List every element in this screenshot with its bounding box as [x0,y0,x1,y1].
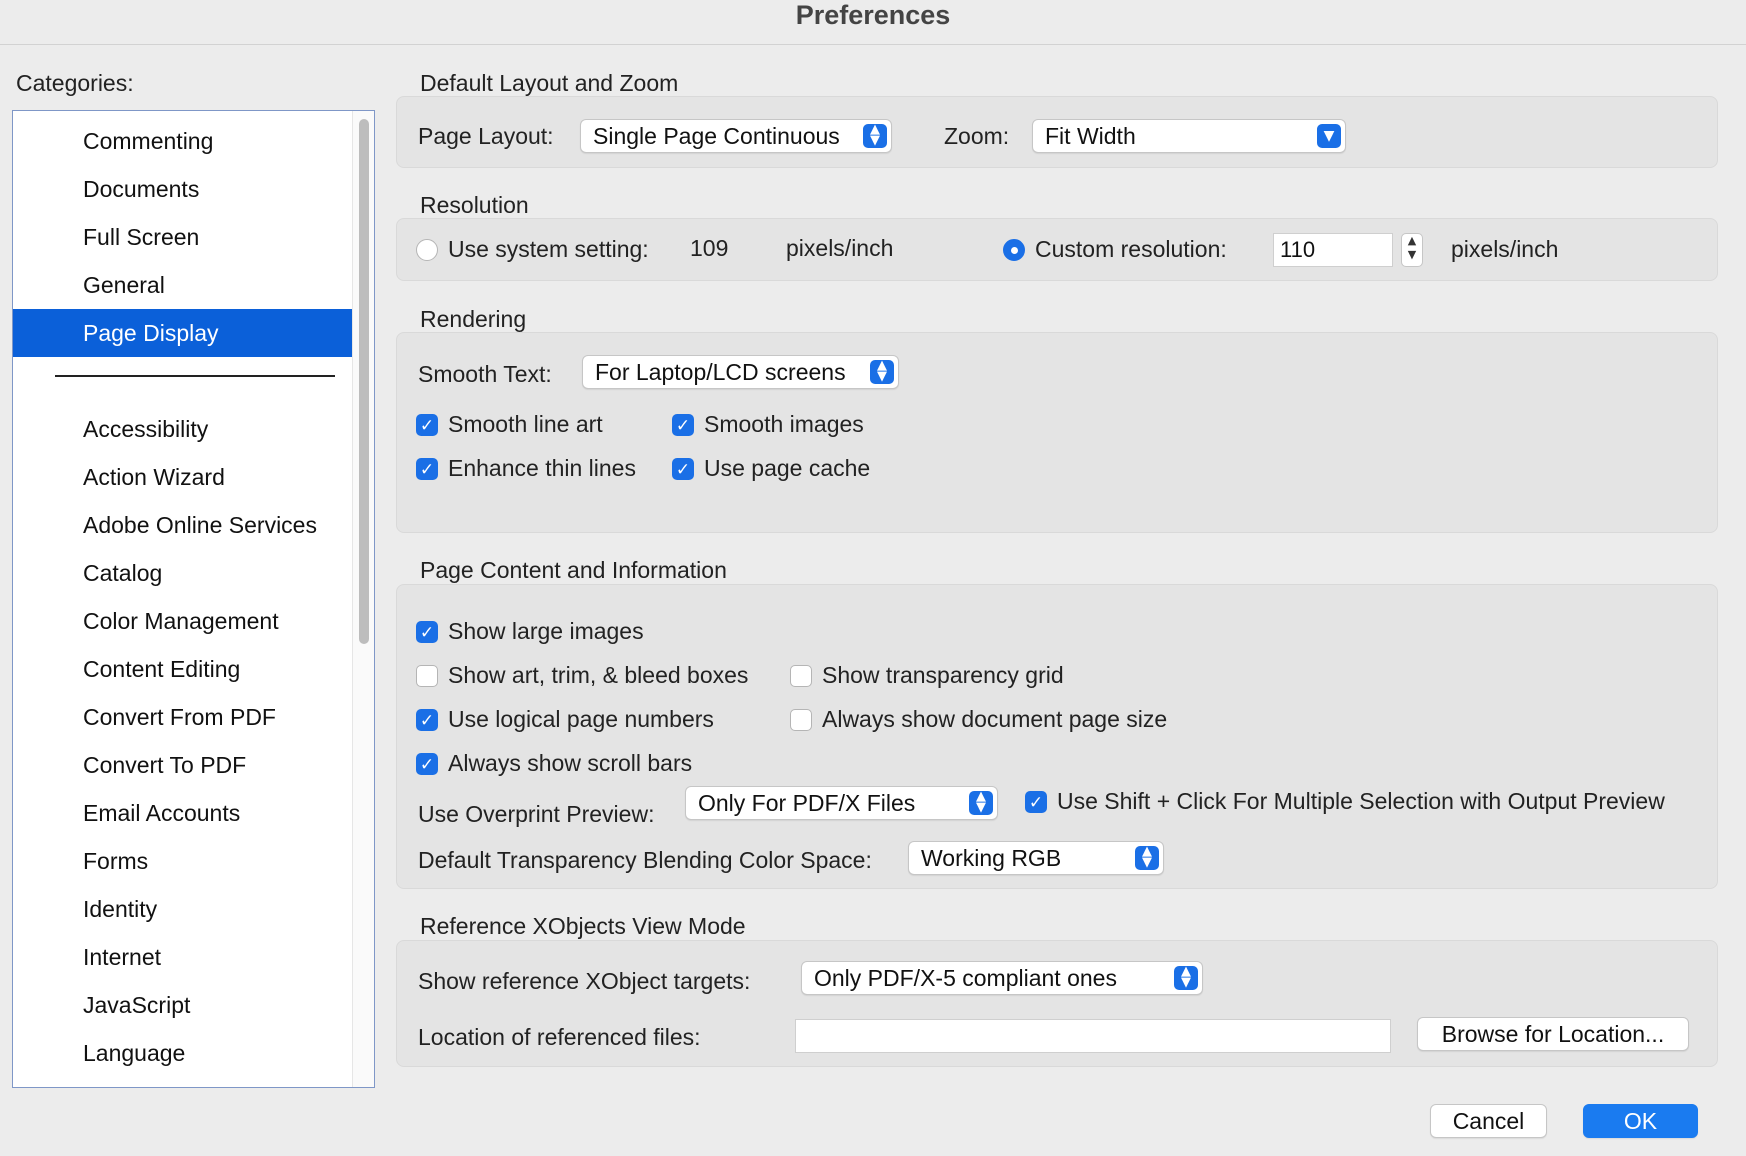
shift-click-selection-checkbox[interactable]: ✓ [1025,791,1047,813]
category-item[interactable]: Adobe Online Services [13,501,353,549]
category-item[interactable]: General [13,261,353,309]
custom-resolution-label: Custom resolution: [1035,236,1227,262]
blending-color-space-label: Default Transparency Blending Color Spac… [418,847,872,873]
use-system-setting-label: Use system setting: [448,236,649,262]
section-title-rendering: Rendering [420,306,527,332]
page-layout-value: Single Page Continuous [593,123,840,149]
updown-chevron-icon: ▲ ▼ [1174,965,1198,990]
categories-heading: Categories: [16,70,134,96]
section-title-xobjects: Reference XObjects View Mode [420,913,746,939]
overprint-preview-value: Only For PDF/X Files [698,790,916,816]
show-transparency-grid-checkbox[interactable] [790,665,812,687]
category-item[interactable]: Language [13,1029,353,1077]
category-item[interactable]: Action Wizard [13,453,353,501]
use-logical-page-numbers-label: Use logical page numbers [448,706,714,732]
always-show-scroll-bars-checkbox[interactable]: ✓ [416,753,438,775]
page-layout-select[interactable]: Single Page Continuous ▲ ▼ [580,119,892,153]
blending-color-space-value: Working RGB [921,845,1062,871]
category-item[interactable]: Content Editing [13,645,353,693]
updown-chevron-icon: ▲ ▼ [1135,845,1159,870]
use-page-cache-label: Use page cache [704,455,871,481]
category-item[interactable]: Accessibility [13,405,353,453]
overprint-preview-select[interactable]: Only For PDF/X Files ▲ ▼ [685,786,998,820]
smooth-images-checkbox[interactable]: ✓ [672,414,694,436]
chevron-down-icon: ▼ [1317,124,1341,148]
updown-chevron-icon: ▲ ▼ [863,123,887,148]
smooth-text-label: Smooth Text: [418,361,552,387]
zoom-label: Zoom: [944,123,1010,149]
use-page-cache-checkbox[interactable]: ✓ [672,458,694,480]
category-item[interactable]: Color Management [13,597,353,645]
smooth-images-label: Smooth images [704,411,864,437]
always-show-page-size-label: Always show document page size [822,706,1168,732]
categories-list[interactable]: Commenting Documents Full Screen General… [12,110,375,1088]
show-transparency-grid-label: Show transparency grid [822,662,1064,688]
resolution-group: Use system setting: 109 pixels/inch Cust… [396,218,1718,281]
system-resolution-unit: pixels/inch [786,235,894,261]
window-titlebar: Preferences [0,0,1746,45]
zoom-value: Fit Width [1045,123,1136,149]
always-show-page-size-checkbox[interactable] [790,709,812,731]
show-large-images-checkbox[interactable]: ✓ [416,621,438,643]
zoom-select[interactable]: Fit Width ▼ [1032,119,1346,153]
section-title-resolution: Resolution [420,192,529,218]
custom-resolution-unit: pixels/inch [1451,236,1559,262]
category-item[interactable]: Convert From PDF [13,693,353,741]
category-item[interactable]: JavaScript [13,981,353,1029]
updown-chevron-icon: ▲ ▼ [870,359,894,384]
categories-scrollbar[interactable] [352,111,374,1087]
layout-zoom-group: Page Layout: Single Page Continuous ▲ ▼ Z… [396,96,1718,168]
always-show-scroll-bars-label: Always show scroll bars [448,750,693,776]
page-layout-label: Page Layout: [418,123,554,149]
enhance-thin-lines-checkbox[interactable]: ✓ [416,458,438,480]
cancel-button[interactable]: Cancel [1430,1104,1547,1138]
referenced-files-location-label: Location of referenced files: [418,1024,701,1050]
window-title: Preferences [795,0,951,30]
xobject-targets-select[interactable]: Only PDF/X-5 compliant ones ▲ ▼ [801,961,1203,995]
category-item[interactable]: Forms [13,837,353,885]
xobject-targets-label: Show reference XObject targets: [418,968,751,994]
ok-button[interactable]: OK [1583,1104,1698,1138]
xobjects-group: Show reference XObject targets: Only PDF… [396,940,1718,1067]
shift-click-selection-label: Use Shift + Click For Multiple Selection… [1057,788,1665,814]
rendering-group: Smooth Text: For Laptop/LCD screens ▲ ▼ ✓… [396,332,1718,533]
browse-location-button[interactable]: Browse for Location... [1417,1017,1689,1051]
use-logical-page-numbers-checkbox[interactable]: ✓ [416,709,438,731]
show-boxes-checkbox[interactable] [416,665,438,687]
enhance-thin-lines-label: Enhance thin lines [448,455,636,481]
section-title-layout-zoom: Default Layout and Zoom [420,70,679,96]
custom-resolution-radio[interactable] [1003,239,1025,261]
overprint-preview-label: Use Overprint Preview: [418,801,655,827]
smooth-line-art-label: Smooth line art [448,411,603,437]
category-item[interactable]: Commenting [13,117,353,165]
system-resolution-value: 109 [690,235,729,261]
custom-resolution-input[interactable]: 110 [1273,233,1393,267]
category-item[interactable]: Email Accounts [13,789,353,837]
referenced-files-location-input[interactable] [795,1019,1391,1053]
smooth-line-art-checkbox[interactable]: ✓ [416,414,438,436]
xobject-targets-value: Only PDF/X-5 compliant ones [814,965,1117,991]
category-separator [55,375,335,377]
page-content-group: ✓ Show large images Show art, trim, & bl… [396,584,1718,889]
resolution-stepper[interactable]: ▲ ▼ [1401,233,1423,267]
smooth-text-select[interactable]: For Laptop/LCD screens ▲ ▼ [582,355,899,389]
use-system-setting-radio[interactable] [416,239,438,261]
category-item[interactable]: Internet [13,933,353,981]
category-item[interactable]: Identity [13,885,353,933]
smooth-text-value: For Laptop/LCD screens [595,359,846,385]
category-item[interactable]: Full Screen [13,213,353,261]
category-item[interactable]: Catalog [13,549,353,597]
category-item-selected[interactable]: Page Display [13,309,353,357]
category-item[interactable]: Documents [13,165,353,213]
scrollbar-thumb[interactable] [359,119,369,644]
updown-chevron-icon: ▲ ▼ [969,790,993,815]
show-boxes-label: Show art, trim, & bleed boxes [448,662,749,688]
blending-color-space-select[interactable]: Working RGB ▲ ▼ [908,841,1164,875]
category-item[interactable]: Convert To PDF [13,741,353,789]
section-title-page-content: Page Content and Information [420,557,727,583]
show-large-images-label: Show large images [448,618,644,644]
